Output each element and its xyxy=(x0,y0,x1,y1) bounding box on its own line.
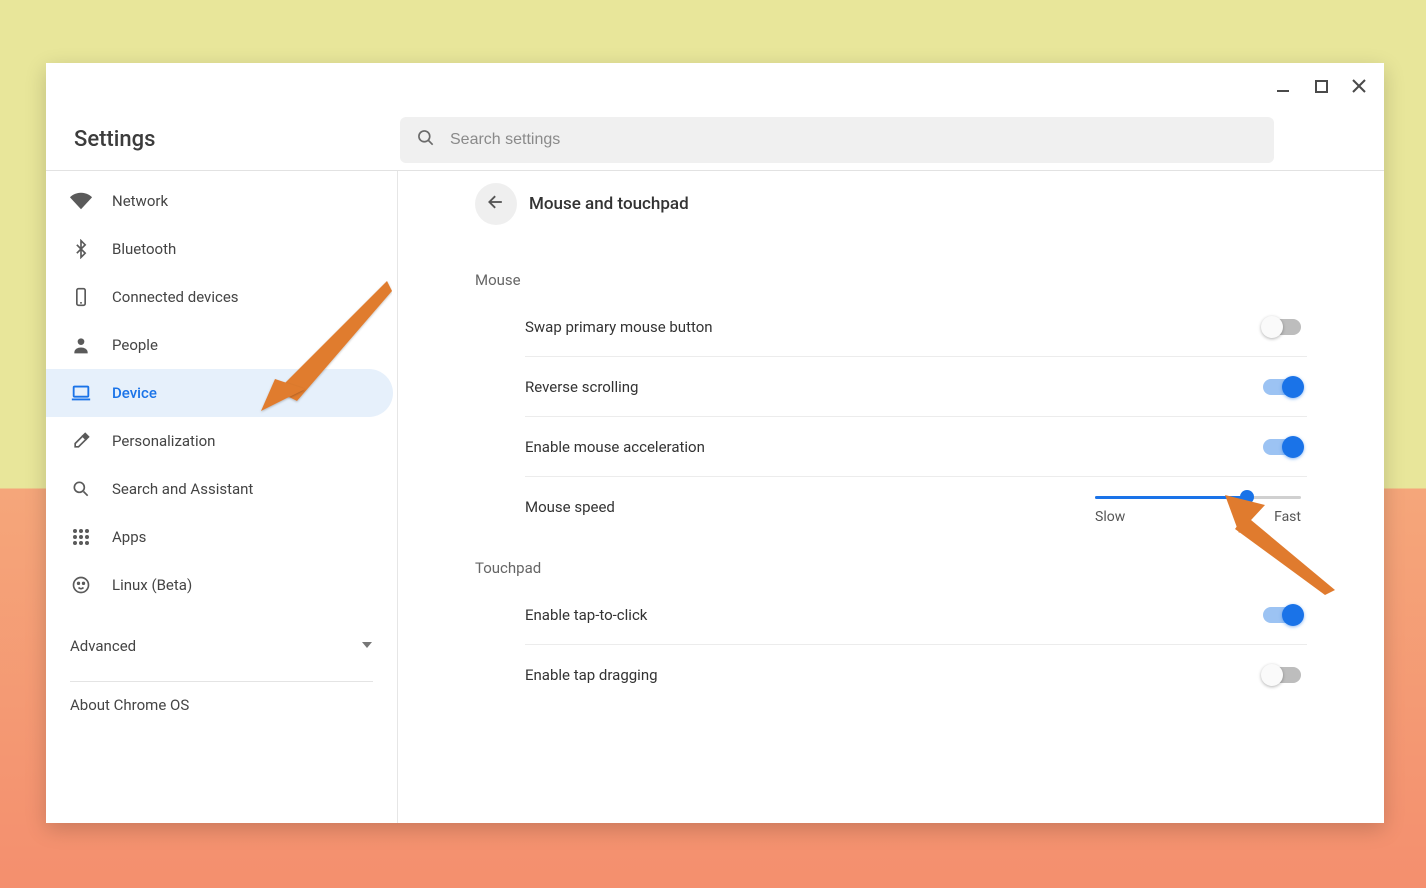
sidebar-item-search-assistant[interactable]: Search and Assistant xyxy=(46,465,393,513)
maximize-button[interactable] xyxy=(1314,79,1328,93)
sidebar-item-label: Network xyxy=(112,192,168,210)
section-title-mouse: Mouse xyxy=(475,249,1307,297)
chevron-down-icon xyxy=(361,637,373,655)
page-title: Mouse and touchpad xyxy=(529,194,689,214)
linux-icon xyxy=(70,574,92,596)
content-area: Mouse and touchpad Mouse Swap primary mo… xyxy=(398,171,1384,823)
slider-label-slow: Slow xyxy=(1095,509,1125,525)
sidebar-item-label: Search and Assistant xyxy=(112,480,253,498)
toggle-tap-to-click[interactable] xyxy=(1263,607,1301,623)
app-title: Settings xyxy=(74,127,400,152)
arrow-left-icon xyxy=(486,192,506,216)
brush-icon xyxy=(70,430,92,452)
back-button[interactable] xyxy=(475,183,517,225)
sidebar-item-label: Personalization xyxy=(112,432,215,450)
sidebar-advanced[interactable]: Advanced xyxy=(46,619,397,673)
setting-row-tap-to-click: Enable tap-to-click xyxy=(525,585,1307,645)
minimize-button[interactable] xyxy=(1276,79,1290,93)
sidebar-item-personalization[interactable]: Personalization xyxy=(46,417,393,465)
phone-icon xyxy=(70,286,92,308)
sidebar-item-network[interactable]: Network xyxy=(46,177,393,225)
setting-label: Mouse speed xyxy=(525,498,615,516)
advanced-label: Advanced xyxy=(70,637,136,655)
setting-label: Enable mouse acceleration xyxy=(525,438,705,456)
slider-labels: Slow Fast xyxy=(1095,509,1301,525)
setting-label: Enable tap dragging xyxy=(525,666,658,684)
setting-row-swap-primary: Swap primary mouse button xyxy=(525,297,1307,357)
search-field[interactable] xyxy=(400,117,1274,163)
sidebar-item-label: Connected devices xyxy=(112,288,239,306)
search-icon xyxy=(416,128,450,152)
sidebar: Network Bluetooth Connected devices Peop… xyxy=(46,171,398,823)
setting-label: Swap primary mouse button xyxy=(525,318,713,336)
sidebar-item-bluetooth[interactable]: Bluetooth xyxy=(46,225,393,273)
laptop-icon xyxy=(70,382,92,404)
sidebar-item-linux[interactable]: Linux (Beta) xyxy=(46,561,393,609)
setting-label: Enable tap-to-click xyxy=(525,606,647,624)
header: Settings xyxy=(46,109,1384,171)
search-input[interactable] xyxy=(450,131,1258,149)
sidebar-item-device[interactable]: Device xyxy=(46,369,393,417)
sidebar-about[interactable]: About Chrome OS xyxy=(46,682,397,728)
toggle-mouse-acceleration[interactable] xyxy=(1263,439,1301,455)
section-title-touchpad: Touchpad xyxy=(475,537,1307,585)
setting-label: Reverse scrolling xyxy=(525,378,638,396)
close-button[interactable] xyxy=(1352,79,1366,93)
sidebar-item-label: Bluetooth xyxy=(112,240,176,258)
sidebar-item-apps[interactable]: Apps xyxy=(46,513,393,561)
sidebar-item-people[interactable]: People xyxy=(46,321,393,369)
sidebar-item-label: People xyxy=(112,336,158,354)
setting-row-mouse-speed: Mouse speed Slow Fast xyxy=(525,477,1307,537)
sidebar-item-label: Linux (Beta) xyxy=(112,576,192,594)
sidebar-item-label: Apps xyxy=(112,528,146,546)
setting-row-tap-dragging: Enable tap dragging xyxy=(525,645,1307,705)
bluetooth-icon xyxy=(70,238,92,260)
toggle-swap-primary[interactable] xyxy=(1263,319,1301,335)
setting-row-mouse-acceleration: Enable mouse acceleration xyxy=(525,417,1307,477)
sidebar-item-connected-devices[interactable]: Connected devices xyxy=(46,273,393,321)
window-titlebar xyxy=(46,63,1384,109)
sidebar-item-label: Device xyxy=(112,384,157,402)
person-icon xyxy=(70,334,92,356)
search-icon xyxy=(70,478,92,500)
slider-label-fast: Fast xyxy=(1274,509,1301,525)
toggle-reverse-scrolling[interactable] xyxy=(1263,379,1301,395)
setting-row-reverse-scrolling: Reverse scrolling xyxy=(525,357,1307,417)
wifi-icon xyxy=(70,190,92,212)
settings-window: Settings Network Bluetooth xyxy=(46,63,1384,823)
about-label: About Chrome OS xyxy=(70,696,189,714)
apps-icon xyxy=(70,526,92,548)
page-header: Mouse and touchpad xyxy=(475,179,1307,249)
toggle-tap-dragging[interactable] xyxy=(1263,667,1301,683)
slider-mouse-speed[interactable] xyxy=(1095,496,1301,499)
